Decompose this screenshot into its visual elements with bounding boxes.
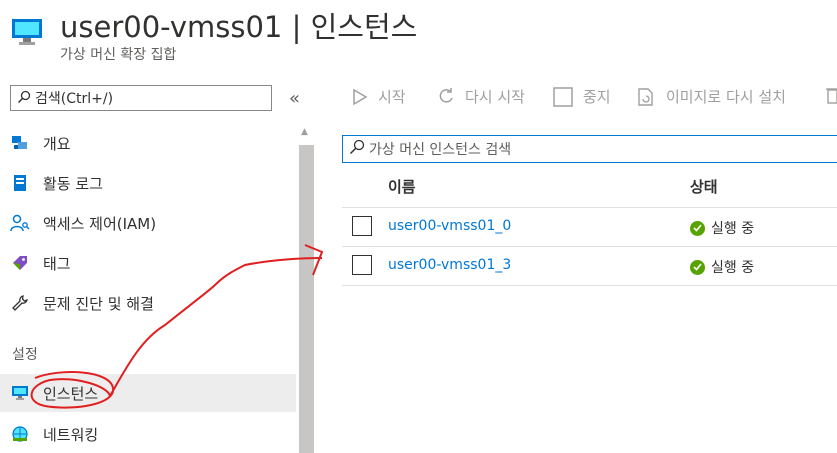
status-cell: 실행 중 [690,218,754,238]
status-text: 실행 중 [711,221,755,237]
sidebar-scroll-thumb[interactable] [299,145,314,453]
search-icon [349,139,365,159]
overview-icon [10,133,30,153]
row-checkbox[interactable] [352,255,372,275]
instances-icon [10,383,30,403]
sidebar-item-label: 문제 진단 및 해결 [43,294,154,313]
sidebar-search-input[interactable]: 검색(Ctrl+/) [10,85,272,111]
sidebar-item-label: 인스턴스 [43,384,99,403]
sidebar-item-tags[interactable]: 태그 [0,244,296,282]
page-subtitle: 가상 머신 확장 집합 [60,47,177,63]
instance-search-input[interactable]: 가상 머신 인스턴스 검색 [342,135,837,163]
sidebar-item-label: 활동 로그 [43,174,103,193]
instance-link[interactable]: user00-vmss01_3 [388,257,511,273]
table-bottom-border [342,285,837,286]
start-label: 시작 [378,88,406,106]
sidebar-item-diagnose[interactable]: 문제 진단 및 해결 [0,284,296,322]
sidebar-item-label: 액세스 제어(IAM) [43,214,157,233]
restart-icon [437,87,455,106]
play-icon [352,88,368,106]
sidebar-item-instances[interactable]: 인스턴스 [0,374,296,412]
instance-link[interactable]: user00-vmss01_0 [388,218,511,234]
sidebar-item-overview[interactable]: 개요 [0,124,296,162]
stop-label: 중지 [583,88,611,106]
sidebar-item-activity-log[interactable]: 활동 로그 [0,164,296,202]
networking-icon [10,424,30,444]
stop-button[interactable]: 중지 [553,86,611,107]
section-label-settings: 설정 [12,347,38,363]
instance-search-placeholder: 가상 머신 인스턴스 검색 [369,142,512,158]
sidebar-item-networking[interactable]: 네트워킹 [0,415,296,453]
reimage-icon [636,87,656,107]
sidebar-item-label: 네트워킹 [43,425,99,444]
status-cell: 실행 중 [690,257,754,277]
iam-icon [10,213,30,233]
check-circle-icon [690,259,705,275]
stop-icon [553,86,573,107]
sidebar-item-label: 태그 [43,254,71,273]
restart-label: 다시 시작 [465,88,525,106]
wrench-icon [10,293,30,313]
activity-log-icon [10,173,30,193]
restart-button[interactable]: 다시 시작 [437,86,525,107]
status-text: 실행 중 [711,260,755,276]
sidebar-search-placeholder: 검색(Ctrl+/) [35,91,114,107]
trash-icon [826,86,837,104]
scroll-up-arrow-icon[interactable]: ▲ [301,127,308,137]
start-button[interactable]: 시작 [352,86,406,107]
column-header-name[interactable]: 이름 [388,176,416,197]
collapse-sidebar-button[interactable]: « [289,88,300,109]
search-icon [17,89,31,108]
sidebar-item-label: 개요 [43,134,71,153]
reimage-button[interactable]: 이미지로 다시 설치 [636,86,786,107]
row-checkbox[interactable] [352,216,372,236]
tag-icon [10,253,30,273]
reimage-label: 이미지로 다시 설치 [666,88,786,106]
vmss-icon [10,14,44,48]
page-title: user00-vmss01 | 인스턴스 [60,10,418,44]
column-header-status[interactable]: 상태 [690,176,718,197]
delete-button[interactable] [826,86,837,104]
sidebar-item-iam[interactable]: 액세스 제어(IAM) [0,204,296,242]
check-circle-icon [690,220,705,236]
